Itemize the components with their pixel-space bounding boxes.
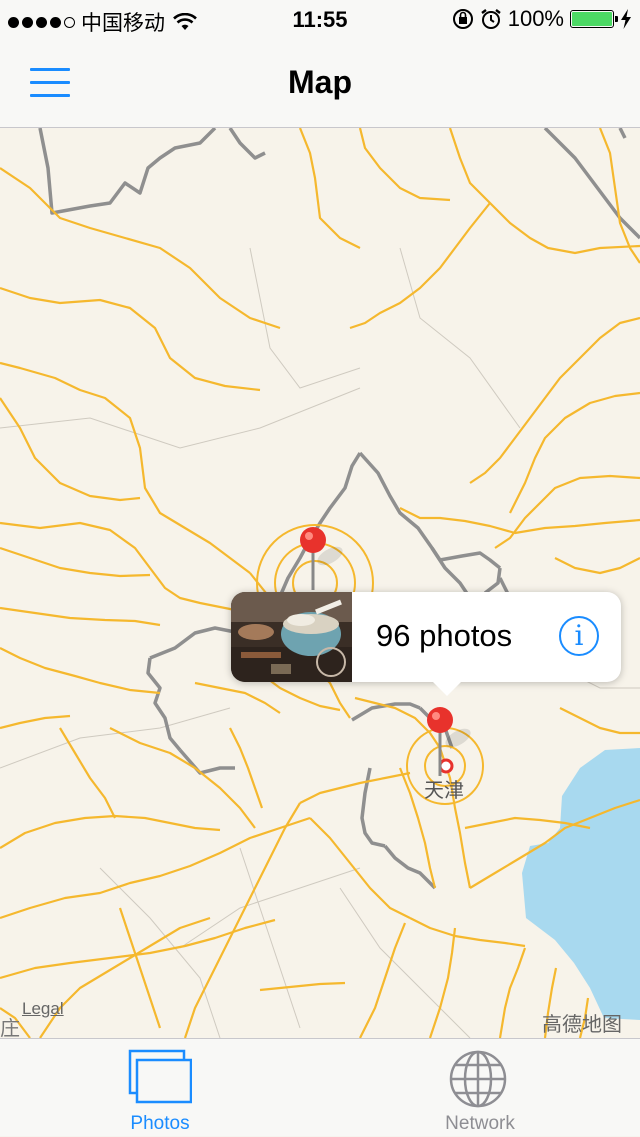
tab-label: Photos [130,1113,190,1134]
city-marker-dot [438,758,454,774]
info-icon[interactable]: i [559,616,599,656]
page-title: Map [288,64,352,100]
tab-network[interactable]: Network [320,1039,640,1137]
photo-thumbnail[interactable] [231,592,352,682]
rotation-lock-icon [452,9,473,29]
city-label-tianjin: 天津 [424,778,464,802]
map-provider-label: 高德地图 [542,1012,622,1036]
photo-count-label: 96 photos [376,618,513,653]
tab-label: Network [445,1113,515,1134]
tab-photos[interactable]: Photos [0,1039,320,1137]
map-edge-label: 庄 [0,1016,20,1040]
navigation-bar: Map [0,40,640,128]
status-right: 100% [452,6,632,32]
battery-percent: 100% [507,6,564,31]
photos-icon [128,1049,192,1104]
globe-icon [449,1050,507,1108]
photo-cluster-callout[interactable]: 96 photos i [231,592,621,696]
status-bar: 中国移动 11:55 100% [0,0,640,40]
bohai-sea [522,748,640,1020]
admin-borders [38,128,640,890]
battery-icon [570,10,618,28]
charging-bolt-icon [621,9,631,29]
legal-link[interactable]: Legal [22,999,64,1019]
map-view[interactable] [0,128,640,1038]
alarm-clock-icon [480,9,501,29]
tab-bar: Photos Network [0,1038,640,1136]
map-canvas[interactable] [0,128,640,1038]
